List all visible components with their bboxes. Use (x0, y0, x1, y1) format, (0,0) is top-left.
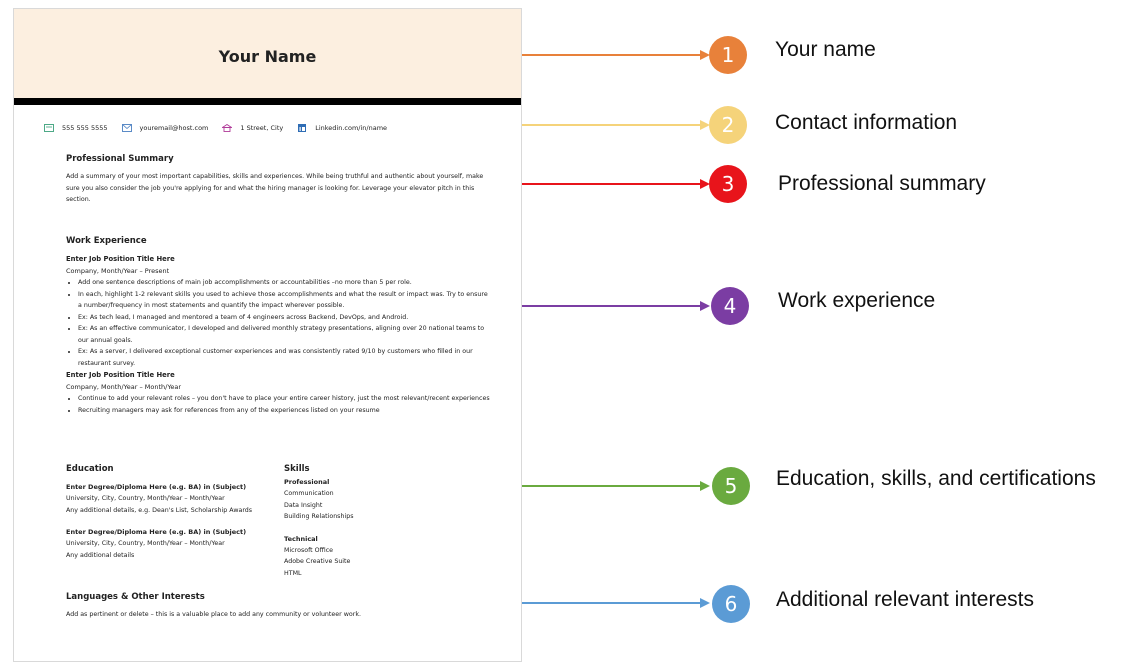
callout-label-4: Work experience (778, 289, 936, 312)
linkedin-text: Linkedin.com/in/name (315, 124, 388, 132)
education-meta: University, City, Country, Month/Year – … (66, 540, 225, 547)
education-entry: Enter Degree/Diploma Here (e.g. BA) in (… (66, 526, 261, 561)
job-bullets: Add one sentence descriptions of main jo… (66, 277, 491, 369)
callout-badge-6: 6 (712, 585, 750, 623)
education-details: Any additional details (66, 551, 135, 559)
callout-badge-2: 2 (709, 106, 747, 144)
job-entry: Enter Job Position Title Here Company, M… (66, 369, 491, 416)
callout-arrow-3 (522, 179, 710, 189)
callout-label-1: Your name (775, 38, 876, 61)
callout-label-6: Additional relevant interests (776, 588, 1034, 611)
education-degree: Enter Degree/Diploma Here (e.g. BA) in (… (66, 528, 247, 536)
callout-label-2: Contact information (775, 111, 958, 134)
resume-name: Your Name (218, 47, 317, 66)
job-entry: Enter Job Position Title Here Company, M… (66, 253, 491, 369)
education-degree: Enter Degree/Diploma Here (e.g. BA) in (… (66, 483, 247, 491)
skills-section: Skills Professional Communication Data I… (284, 464, 484, 579)
callout-label-3: Professional summary (778, 172, 986, 195)
interests-title: Languages & Other Interests (66, 592, 205, 602)
skills-group-name: Technical (284, 534, 318, 543)
work-section: Work Experience Enter Job Position Title… (66, 236, 491, 416)
contact-address: 1 Street, City (222, 124, 283, 132)
job-bullet: Ex: As a server, I delivered exceptional… (78, 346, 491, 369)
summary-section: Professional Summary Add a summary of yo… (66, 154, 491, 206)
callout-label-5: Education, skills, and certifications (776, 467, 1096, 490)
callout-badge-5: 5 (712, 467, 750, 505)
contact-linkedin: Linkedin.com/in/name (297, 124, 387, 132)
skill-item: HTML (284, 569, 302, 577)
job-bullet: Continue to add your relevant roles – yo… (78, 393, 491, 405)
skills-title: Skills (284, 464, 310, 474)
job-bullet: In each, highlight 1-2 relevant skills y… (78, 289, 491, 312)
callout-badge-4: 4 (711, 287, 749, 325)
job-bullet: Ex: As tech lead, I managed and mentored… (78, 312, 491, 324)
interests-text: Add as pertinent or delete – this is a v… (66, 611, 361, 618)
skill-item: Data Insight (284, 501, 323, 509)
job-bullet: Recruiting managers may ask for referenc… (78, 405, 491, 417)
job-meta: Company, Month/Year – Month/Year (66, 383, 182, 391)
contact-phone: 555 555 5555 (44, 124, 108, 132)
skills-group: Professional Communication Data Insight … (284, 476, 484, 523)
callout-arrow-4 (522, 301, 710, 311)
skill-item: Adobe Creative Suite (284, 558, 351, 565)
job-bullets: Continue to add your relevant roles – yo… (66, 393, 491, 416)
email-text: youremail@host.com (139, 124, 209, 132)
header-divider-bar (14, 98, 521, 105)
work-title: Work Experience (66, 236, 147, 246)
contact-email: youremail@host.com (121, 124, 209, 132)
education-entry: Enter Degree/Diploma Here (e.g. BA) in (… (66, 481, 261, 516)
education-details: Any additional details, e.g. Dean's List… (66, 506, 253, 514)
skill-item: Communication (284, 490, 334, 497)
callout-arrow-5 (522, 481, 710, 491)
skills-group-name: Professional (284, 478, 330, 486)
callout-arrow-1 (522, 50, 710, 60)
job-bullet: Ex: As an effective communicator, I deve… (78, 323, 491, 346)
resume-page: Your Name 555 555 5555 youremail@host.co… (13, 8, 522, 662)
job-bullet: Add one sentence descriptions of main jo… (78, 277, 491, 289)
phone-text: 555 555 5555 (62, 124, 108, 132)
job-position: Enter Job Position Title Here (66, 371, 175, 379)
address-text: 1 Street, City (240, 124, 284, 132)
education-meta: University, City, Country, Month/Year – … (66, 495, 225, 502)
callout-arrow-2 (522, 120, 710, 130)
linkedin-icon (298, 124, 307, 132)
skills-group: Technical Microsoft Office Adobe Creativ… (284, 533, 484, 580)
resume-header: Your Name (14, 9, 521, 98)
summary-title: Professional Summary (66, 154, 174, 164)
summary-text: Add a summary of your most important cap… (66, 173, 484, 203)
email-icon (121, 124, 132, 132)
callout-arrow-6 (522, 598, 710, 608)
callout-badge-3: 3 (709, 165, 747, 203)
job-meta: Company, Month/Year – Present (66, 267, 170, 275)
job-position: Enter Job Position Title Here (66, 255, 175, 263)
home-icon (222, 124, 233, 132)
skill-item: Microsoft Office (284, 546, 334, 554)
education-section: Education Enter Degree/Diploma Here (e.g… (66, 464, 261, 561)
education-title: Education (66, 464, 114, 474)
callout-badge-1: 1 (709, 36, 747, 74)
phone-icon (44, 124, 54, 132)
interests-section: Languages & Other Interests Add as perti… (66, 592, 491, 621)
skill-item: Building Relationships (284, 513, 354, 520)
contact-row: 555 555 5555 youremail@host.com 1 Street… (44, 124, 501, 132)
